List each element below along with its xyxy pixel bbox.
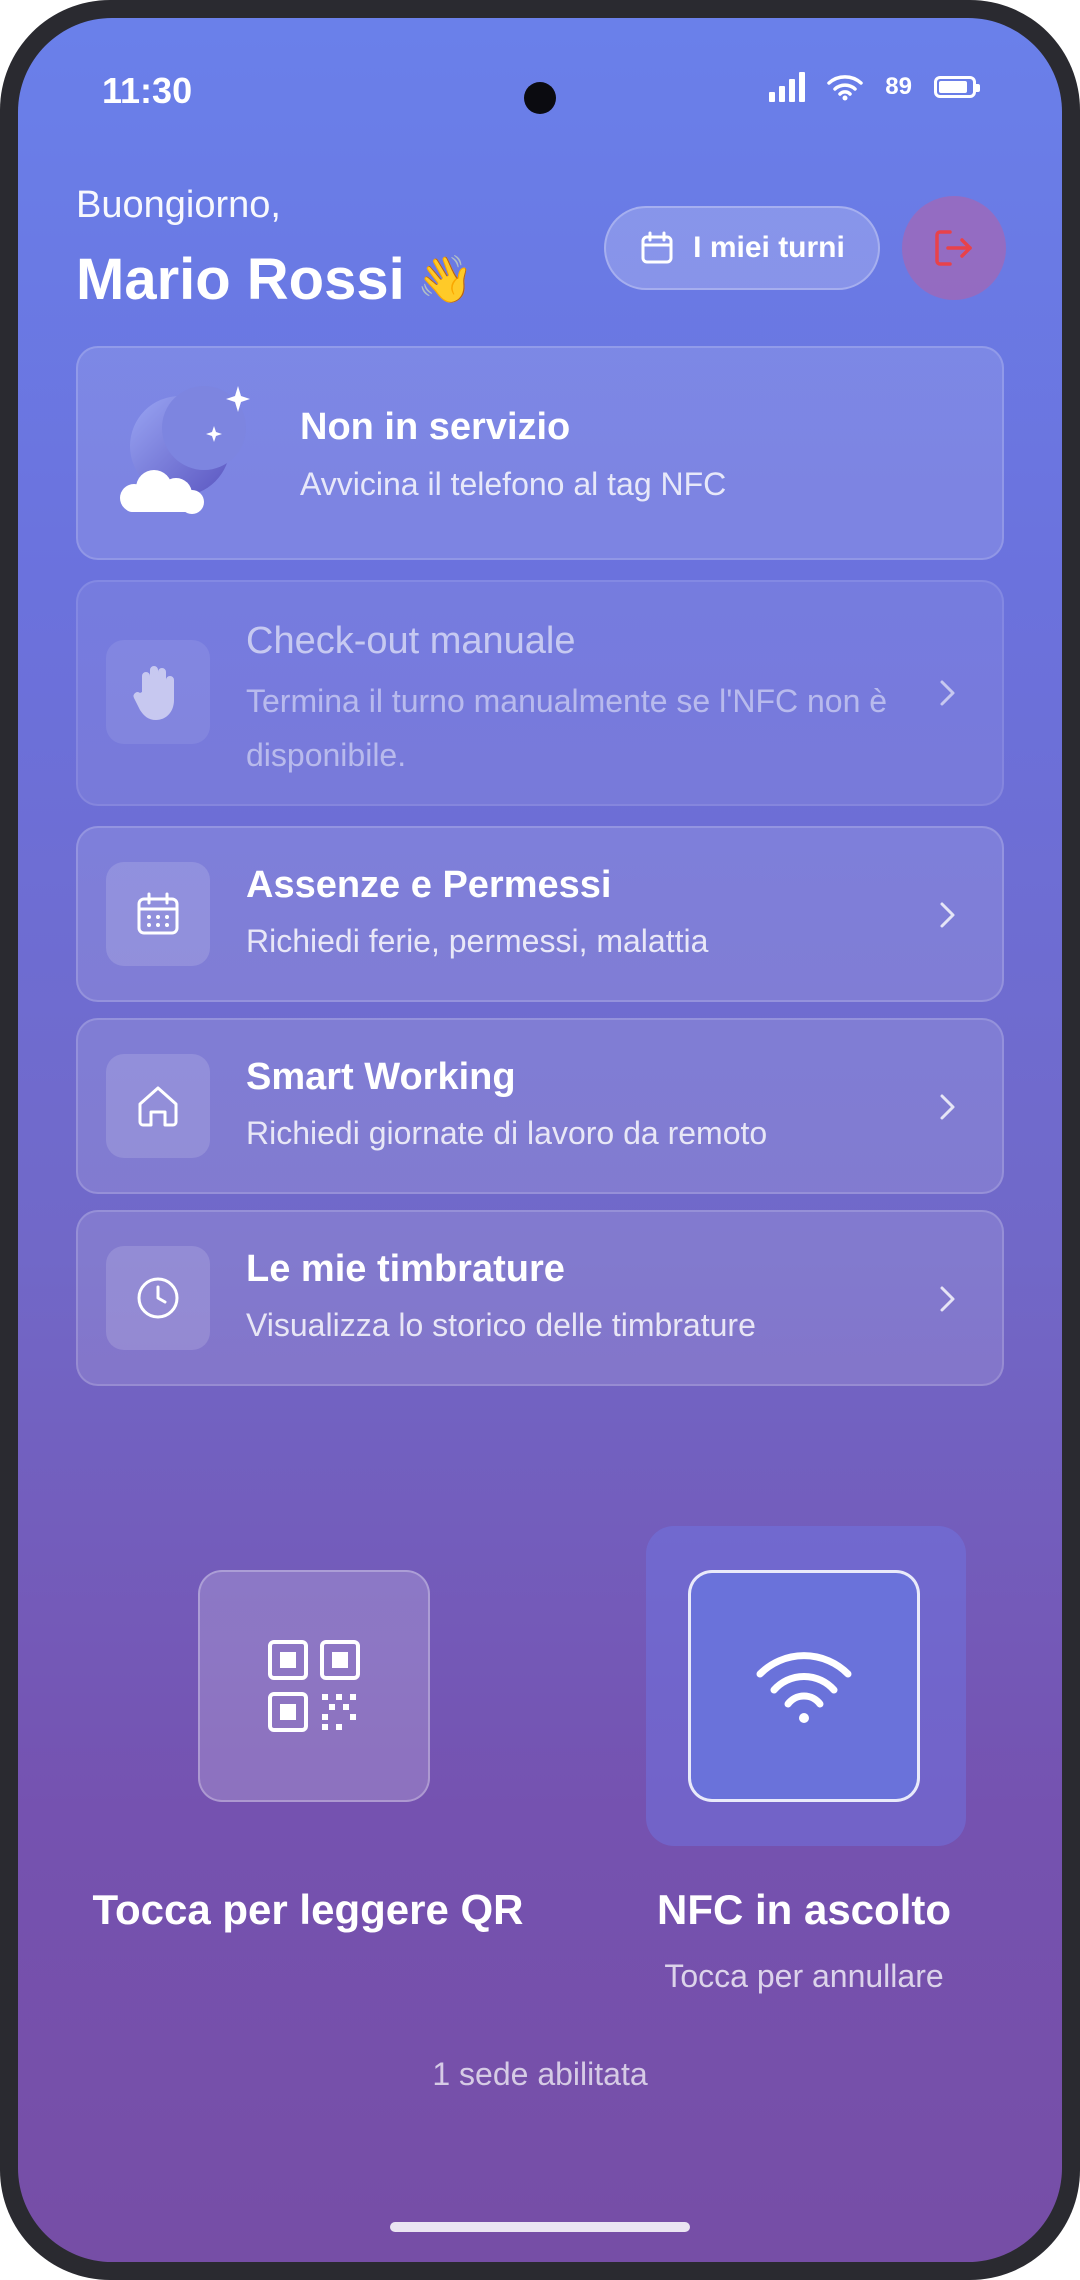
moon-icon xyxy=(108,378,258,528)
chevron-right-icon xyxy=(940,1094,955,1120)
chevron-right-icon xyxy=(940,1286,955,1312)
enabled-sites-text: 1 sede abilitata xyxy=(432,2056,648,2092)
wave-emoji: 👋 xyxy=(416,253,475,305)
chevron-right-icon xyxy=(940,680,955,706)
logout-icon xyxy=(935,230,972,266)
my-shifts-label: I miei turni xyxy=(693,231,845,264)
status-icons: 89 xyxy=(769,72,980,102)
nfc-wifi-icon xyxy=(756,1652,852,1723)
nfc-cancel-hint[interactable]: Tocca per annullare xyxy=(604,1958,1004,1995)
smart-working-item[interactable]: Smart Working Richiedi giornate di lavor… xyxy=(76,1018,1004,1194)
absences-title: Assenze e Permessi xyxy=(246,864,612,906)
home-indicator[interactable] xyxy=(390,2222,690,2232)
status-title: Non in servizio xyxy=(300,406,571,448)
battery-icon xyxy=(934,76,980,98)
manual-checkout-subtitle: Termina il turno manualmente se l'NFC no… xyxy=(246,683,888,773)
user-name: Mario Rossi xyxy=(76,247,405,312)
battery-percent: 89 xyxy=(885,73,912,100)
chevron-right-icon xyxy=(940,902,955,928)
app-screen: 11:30 89 Buongiorno, Mario Rossi 👋 I mie… xyxy=(18,18,1062,2262)
greeting: Buongiorno, xyxy=(76,184,281,226)
status-time: 11:30 xyxy=(102,70,193,111)
hand-icon xyxy=(133,666,174,720)
wifi-icon xyxy=(827,75,864,101)
my-shifts-button[interactable]: I miei turni xyxy=(604,206,880,290)
nfc-label: NFC in ascolto xyxy=(656,1886,952,1933)
calendar-icon-wrap xyxy=(106,862,210,966)
smart-working-subtitle: Richiedi giornate di lavoro da remoto xyxy=(246,1115,768,1151)
phone-frame: 11:30 89 Buongiorno, Mario Rossi 👋 I mie… xyxy=(0,0,1080,2280)
qr-code-icon xyxy=(268,1640,360,1732)
logout-button[interactable] xyxy=(902,196,1006,300)
home-icon xyxy=(138,1086,178,1127)
clock-icon xyxy=(137,1277,179,1319)
front-camera xyxy=(524,82,556,114)
user-name-row: Mario Rossi 👋 xyxy=(76,246,474,313)
nfc-listen-button[interactable] xyxy=(688,1570,920,1802)
service-status-card: Non in servizio Avvicina il telefono al … xyxy=(76,346,1004,560)
calendar-icon xyxy=(137,892,179,935)
manual-checkout-title: Check-out manuale xyxy=(246,620,576,662)
home-icon-wrap xyxy=(106,1054,210,1158)
qr-label: Tocca per leggere QR xyxy=(92,1886,524,1933)
clock-history-item[interactable]: Le mie timbrature Visualizza lo storico … xyxy=(76,1210,1004,1386)
battery-fill xyxy=(939,81,968,93)
smart-working-title: Smart Working xyxy=(246,1056,516,1098)
manual-checkout-item[interactable]: Check-out manuale Termina il turno manua… xyxy=(76,580,1004,806)
clock-history-subtitle: Visualizza lo storico delle timbrature xyxy=(246,1307,756,1343)
qr-scan-button[interactable] xyxy=(198,1570,430,1802)
status-subtitle: Avvicina il telefono al tag NFC xyxy=(300,466,727,502)
signal-icon xyxy=(769,72,806,102)
hand-icon-wrap xyxy=(106,640,210,744)
clock-history-title: Le mie timbrature xyxy=(246,1248,565,1290)
absences-item[interactable]: Assenze e Permessi Richiedi ferie, perme… xyxy=(76,826,1004,1002)
absences-subtitle: Richiedi ferie, permessi, malattia xyxy=(246,923,709,959)
calendar-icon xyxy=(641,231,673,264)
clock-icon-wrap xyxy=(106,1246,210,1350)
